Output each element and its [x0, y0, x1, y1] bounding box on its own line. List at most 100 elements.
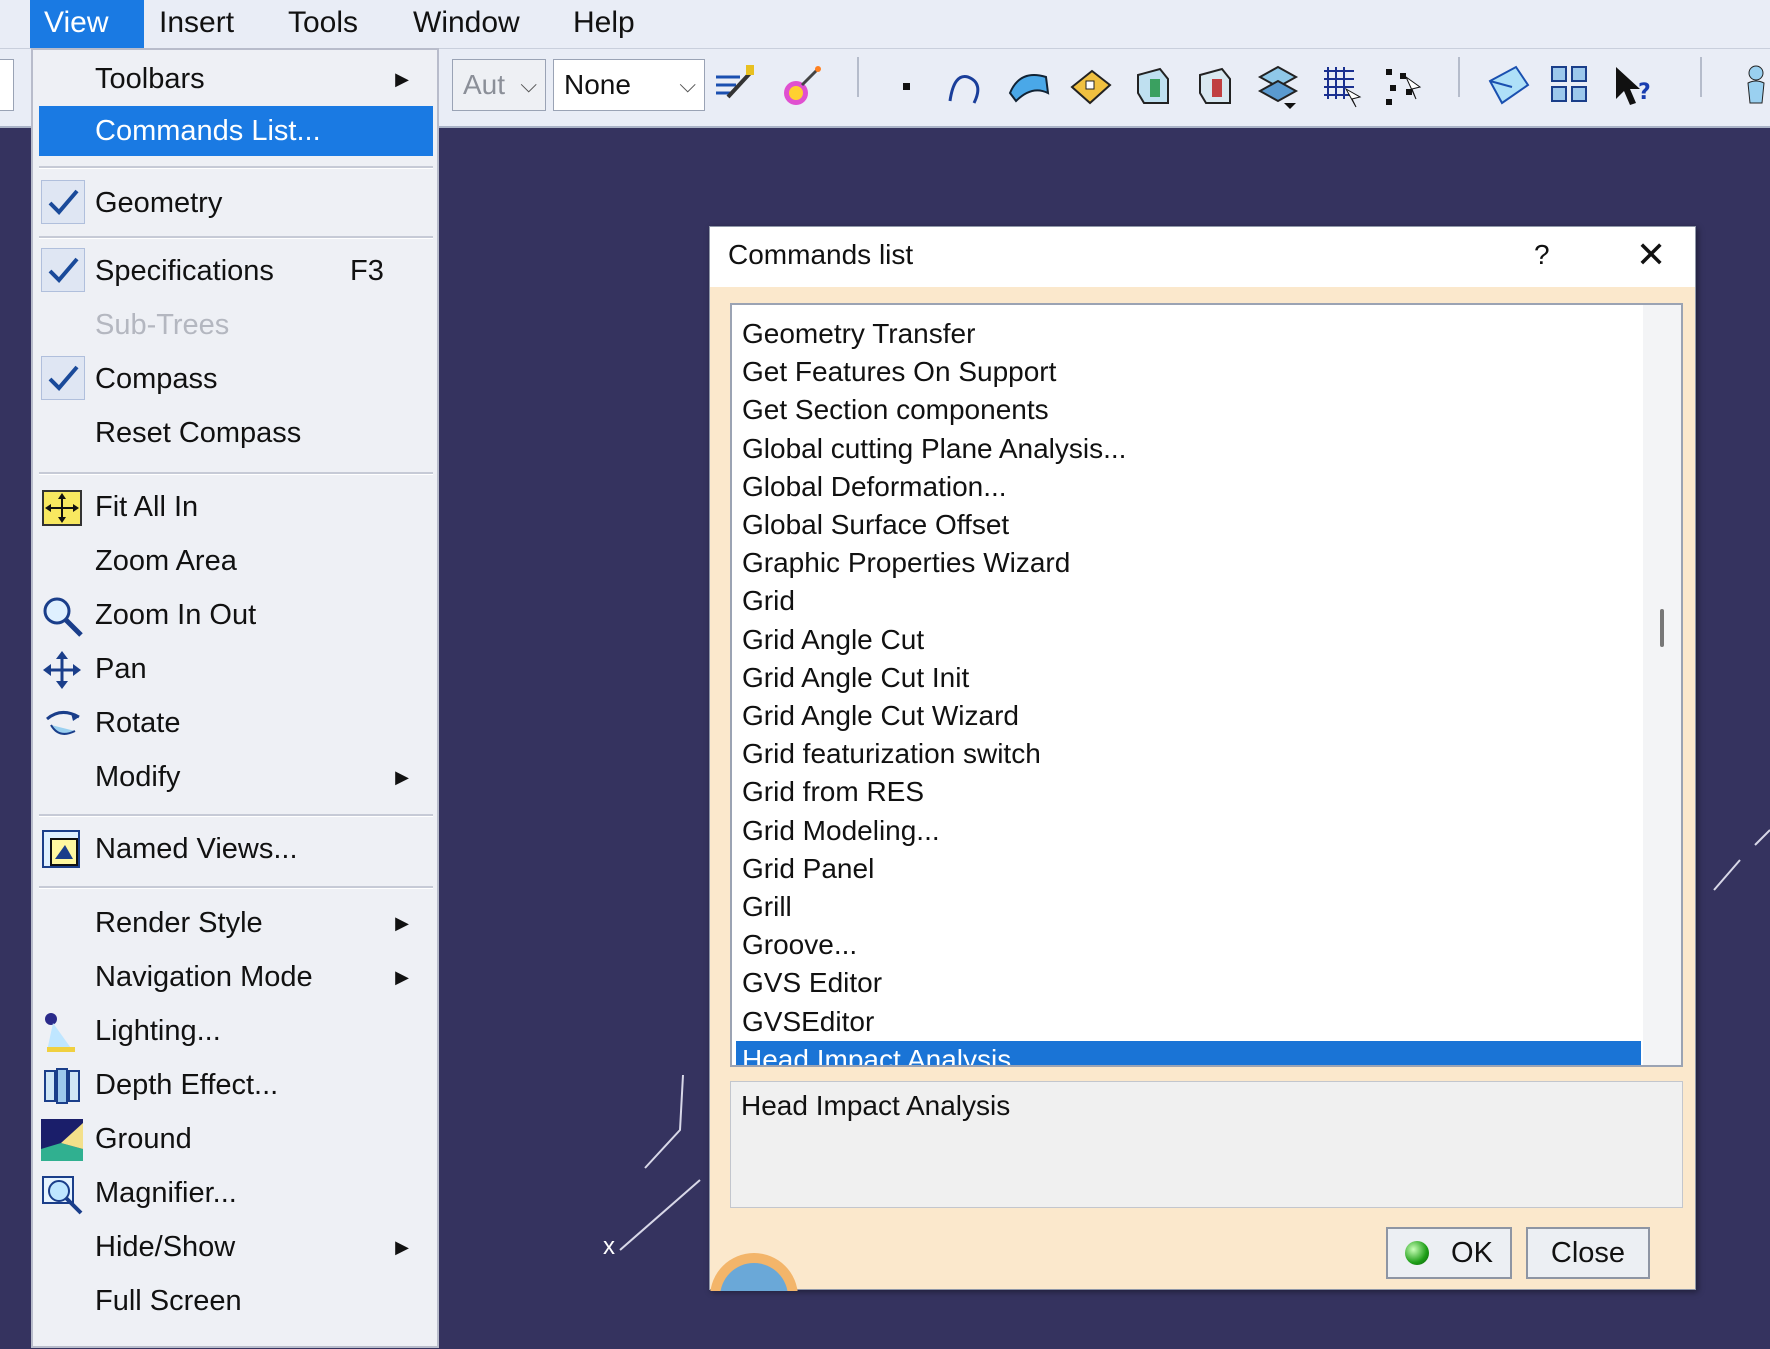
plane-icon[interactable]: [1068, 63, 1114, 109]
menu-item-label: Geometry: [95, 187, 223, 219]
menu-tools[interactable]: Tools: [274, 0, 372, 48]
menu-item-specifications[interactable]: Specifications F3: [39, 246, 433, 296]
menu-item-modify[interactable]: Modify ▶: [39, 752, 433, 802]
list-item[interactable]: Get Section components: [736, 391, 1641, 429]
lighting-icon: [45, 1013, 75, 1052]
menu-item-render-style[interactable]: Render Style ▶: [39, 898, 433, 948]
menu-view[interactable]: View: [30, 0, 144, 48]
magnifier-icon: [42, 1176, 83, 1215]
line-weight-value: Aut: [463, 69, 506, 100]
list-item[interactable]: Groove...: [736, 926, 1641, 964]
menu-item-lighting[interactable]: Lighting...: [39, 1006, 433, 1056]
list-item[interactable]: Global Deformation...: [736, 468, 1641, 506]
submenu-arrow-icon: ▶: [395, 913, 409, 933]
scrollbar-thumb[interactable]: [1660, 609, 1664, 647]
ok-button[interactable]: OK: [1386, 1227, 1512, 1279]
tile-icon[interactable]: [1548, 63, 1594, 109]
dialog-title-bar: Commands list ? ✕: [710, 227, 1695, 287]
list-item[interactable]: Geometry Transfer: [736, 315, 1641, 353]
list-item[interactable]: Global Surface Offset: [736, 506, 1641, 544]
axis-x-label: x: [603, 1233, 615, 1260]
curve-icon[interactable]: [944, 63, 990, 109]
menu-help[interactable]: Help: [559, 0, 649, 48]
list-item[interactable]: Grill: [736, 888, 1641, 926]
list-item[interactable]: Global cutting Plane Analysis...: [736, 430, 1641, 468]
green-dot-icon: [1405, 1241, 1430, 1265]
surface-icon[interactable]: [1006, 63, 1052, 109]
scrollbar[interactable]: [1643, 305, 1681, 1065]
menu-item-fit-all-in[interactable]: Fit All In: [39, 482, 433, 532]
grid-icon[interactable]: [1318, 63, 1364, 109]
layer-combo[interactable]: None ⌵: [553, 59, 705, 111]
manikin-icon[interactable]: [1730, 63, 1770, 109]
menu-item-toolbars[interactable]: Toolbars ▶: [39, 54, 433, 104]
menu-item-navigation-mode[interactable]: Navigation Mode ▶: [39, 952, 433, 1002]
menu-window[interactable]: Window: [399, 0, 534, 48]
close-icon[interactable]: ✕: [1636, 227, 1666, 283]
menu-item-label: Reset Compass: [95, 417, 302, 449]
list-item[interactable]: GVSEditor: [736, 1003, 1641, 1041]
menu-item-label: Hide/Show: [95, 1231, 236, 1263]
menu-item-zoom-in-out[interactable]: Zoom In Out: [39, 590, 433, 640]
envelope-icon[interactable]: [1486, 63, 1532, 109]
list-item[interactable]: Graphic Properties Wizard: [736, 544, 1641, 582]
menu-item-geometry[interactable]: Geometry: [39, 178, 433, 228]
magic-wand-icon[interactable]: [778, 63, 824, 109]
menu-item-label: Commands List...: [95, 115, 321, 147]
list-item[interactable]: Get Features On Support: [736, 353, 1641, 391]
chevron-down-icon: ⌵: [520, 72, 537, 97]
menu-item-label: Render Style: [95, 907, 263, 939]
menu-item-named-views[interactable]: Named Views...: [39, 824, 433, 874]
list-item[interactable]: GVS Editor: [736, 964, 1641, 1002]
left-combo-stub[interactable]: [0, 59, 14, 111]
close-button[interactable]: Close: [1526, 1227, 1650, 1279]
list-item[interactable]: Grid: [736, 582, 1641, 620]
menu-item-label: Navigation Mode: [95, 961, 313, 993]
toolbar-separator: [1458, 57, 1460, 97]
line-weight-combo[interactable]: Aut ⌵: [452, 59, 546, 111]
menu-item-label: Named Views...: [95, 833, 298, 865]
list-item[interactable]: Grid featurization switch: [736, 735, 1641, 773]
menu-item-label: Toolbars: [95, 63, 205, 95]
ok-button-label: OK: [1451, 1237, 1493, 1269]
menu-item-ground[interactable]: Ground: [39, 1114, 433, 1164]
list-item[interactable]: Grid from RES: [736, 773, 1641, 811]
list-item[interactable]: Grid Angle Cut Wizard: [736, 697, 1641, 735]
menu-divider: [39, 814, 433, 817]
menu-item-label: Pan: [95, 653, 147, 685]
zoom-icon: [43, 597, 83, 637]
part-icon[interactable]: [1192, 63, 1238, 109]
menu-item-depth-effect[interactable]: Depth Effect...: [39, 1060, 433, 1110]
menu-item-hide-show[interactable]: Hide/Show ▶: [39, 1222, 433, 1272]
menu-item-label: Specifications: [95, 255, 274, 287]
menu-item-compass[interactable]: Compass: [39, 354, 433, 404]
list-item[interactable]: Head Impact Analysis: [736, 1040, 1641, 1065]
part-icon[interactable]: [1130, 63, 1176, 109]
menu-item-label: Zoom In Out: [95, 599, 257, 631]
submenu-arrow-icon: ▶: [395, 69, 409, 89]
menu-item-full-screen[interactable]: Full Screen: [39, 1276, 433, 1326]
help-cursor-icon[interactable]: ?: [1610, 63, 1656, 109]
menu-insert[interactable]: Insert: [145, 0, 248, 48]
menu-item-label: Fit All In: [95, 491, 199, 523]
snap-icon[interactable]: [1380, 63, 1426, 109]
commands-listbox[interactable]: Geometry Transfer Get Features On Support…: [730, 303, 1683, 1067]
assembly-icon[interactable]: [1254, 63, 1300, 109]
menu-item-pan[interactable]: Pan: [39, 644, 433, 694]
paintbrush-icon[interactable]: [712, 63, 758, 109]
list-item[interactable]: Grid Angle Cut: [736, 621, 1641, 659]
menu-item-rotate[interactable]: Rotate: [39, 698, 433, 748]
point-icon[interactable]: [886, 63, 932, 109]
checkmark-icon: [41, 356, 85, 400]
list-item[interactable]: Grid Panel: [736, 850, 1641, 888]
menu-item-reset-compass[interactable]: Reset Compass: [39, 408, 433, 458]
menu-divider: [39, 472, 433, 475]
list-item[interactable]: Grid Modeling...: [736, 812, 1641, 850]
menu-item-zoom-area[interactable]: Zoom Area: [39, 536, 433, 586]
list-item[interactable]: Grid Angle Cut Init: [736, 659, 1641, 697]
menu-item-magnifier[interactable]: Magnifier...: [39, 1168, 433, 1218]
menu-item-label: Lighting...: [95, 1015, 221, 1047]
help-icon[interactable]: ?: [1534, 227, 1550, 283]
catia-globe-icon: [710, 1253, 798, 1291]
menu-item-commands-list[interactable]: Commands List...: [39, 106, 433, 156]
